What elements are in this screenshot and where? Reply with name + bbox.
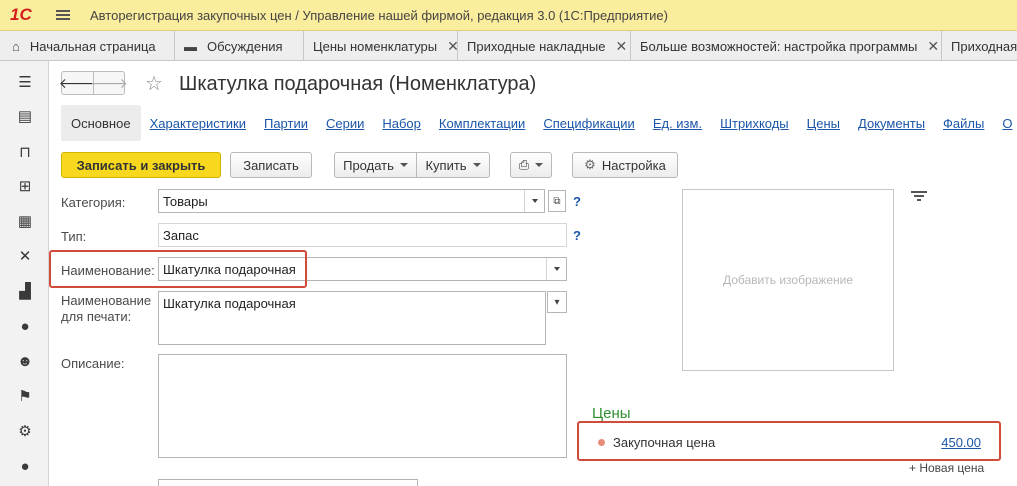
close-icon[interactable]: ✕ [927,38,939,55]
chevron-down-icon [472,163,481,167]
category-help-icon[interactable]: ? [573,194,581,209]
nav-link-specifications[interactable]: Спецификации [534,105,644,141]
chat-icon: ▬ [184,38,197,54]
sell-button[interactable]: Продать [334,152,417,178]
people-icon[interactable]: ☻ [16,352,34,370]
back-arrow-icon[interactable]: 🡐 [59,72,97,94]
name-highlight [49,250,307,288]
prices-section-title: Цены [592,405,631,422]
open-icon[interactable]: ⧉ [548,190,566,212]
grid-icon[interactable]: ▦ [16,212,34,230]
price-highlight [577,421,1001,461]
tab-label: Больше возможностей: настройка программы [640,38,918,54]
chevron-down-icon[interactable]: ▾ [547,291,567,313]
nav-link-more[interactable]: О [993,105,1017,141]
tab-label: Начальная страница [29,38,156,54]
gear-icon: ⚙ [584,157,596,172]
extra-field[interactable] [158,479,418,486]
printer-icon: ⎙ [518,157,530,172]
sell-label: Продать [343,157,394,173]
save-and-close-button[interactable]: Записать и закрыть [61,152,221,178]
nav-link-bundles[interactable]: Комплектации [430,105,534,141]
save-button[interactable]: Записать [230,152,312,178]
nav-link-main[interactable]: Основное [61,105,141,141]
type-field[interactable]: Запас [158,223,567,247]
type-label: Тип: [61,229,87,244]
image-placeholder[interactable]: Добавить изображение [682,189,894,371]
tab-home[interactable]: ⌂ Начальная страница [0,31,175,60]
nav-link-documents[interactable]: Документы [849,105,934,141]
contacts-icon[interactable]: ▤ [16,107,34,125]
title-bar: 1С Авторегистрация закупочных цен / Упра… [0,0,1017,31]
print-name-label-line1: Наименование [61,293,152,308]
filter-icon[interactable] [911,191,927,203]
description-field[interactable] [158,354,567,458]
print-name-field[interactable]: Шкатулка подарочная [158,291,546,345]
tab-label: Цены номенклатуры [313,38,438,54]
forward-arrow-icon[interactable]: 🡒 [90,72,128,94]
print-button[interactable]: ⎙ [510,152,552,178]
buy-label: Купить [425,157,467,173]
history-nav: 🡐 🡒 [59,71,128,95]
nav-link-units[interactable]: Ед. изм. [644,105,711,141]
chevron-down-icon [535,163,544,167]
category-label: Категория: [61,195,126,210]
tab-receipt-partial[interactable]: Приходная [942,31,1017,60]
new-price-link[interactable]: + Новая цена [909,461,984,475]
form-content: 🡐 🡒 ☆ Шкатулка подарочная (Номенклатура)… [49,61,1017,486]
factory-icon[interactable]: ▟ [16,282,34,300]
tab-discussions[interactable]: ▬ Обсуждения [175,31,304,60]
cart-icon[interactable]: ⊞ [16,177,34,195]
print-name-label: Наименование для печати: [61,293,151,325]
category-value: Товары [163,194,208,209]
chevron-down-icon[interactable] [546,258,566,280]
tab-label: Приходные накладные [467,38,606,54]
flag-icon[interactable]: ⚑ [16,387,34,405]
app-logo: 1С [10,5,32,24]
print-name-value: Шкатулка подарочная [163,296,296,311]
basket-icon[interactable]: ⊓ [16,143,34,161]
type-help-icon[interactable]: ? [573,228,581,243]
close-icon[interactable]: ✕ [615,38,627,55]
window-title: Авторегистрация закупочных цен / Управле… [90,7,668,23]
favorite-star-icon[interactable]: ☆ [145,71,163,96]
nav-link-prices[interactable]: Цены [798,105,849,141]
sections-sidebar: ☰ ▤ ⊓ ⊞ ▦ ✕ ▟ ● ☻ ⚑ ⚙ ● [0,61,49,486]
nav-link-set[interactable]: Набор [373,105,430,141]
nav-link-series[interactable]: Серии [317,105,373,141]
settings-label: Настройка [601,157,666,173]
settings-button[interactable]: ⚙ Настройка [572,152,678,178]
form-nav-links: Основное Характеристики Партии Серии Наб… [61,105,1017,141]
menu-icon[interactable]: ☰ [16,73,34,91]
type-value: Запас [163,228,199,243]
tab-bar: ⌂ Начальная страница ▬ Обсуждения Цены н… [0,31,1017,61]
tab-more-features[interactable]: Больше возможностей: настройка программы… [631,31,942,60]
tab-item-prices[interactable]: Цены номенклатуры ✕ [304,31,459,60]
nav-link-batches[interactable]: Партии [255,105,317,141]
page-title: Шкатулка подарочная (Номенклатура) [179,73,537,95]
home-icon: ⌂ [12,38,20,54]
tab-label: Обсуждения [207,38,283,54]
nav-link-barcodes[interactable]: Штрихкоды [711,105,798,141]
nav-link-characteristics[interactable]: Характеристики [141,105,255,141]
gear-icon[interactable]: ⚙ [16,422,34,440]
tab-receipts[interactable]: Приходные накладные ✕ [458,31,631,60]
tools-icon[interactable]: ✕ [16,247,34,265]
description-label: Описание: [61,356,125,371]
chevron-down-icon[interactable] [524,190,544,212]
main-menu-icon[interactable] [56,10,70,20]
help-icon[interactable]: ● [16,457,34,475]
buy-button[interactable]: Купить [416,152,490,178]
print-name-label-line2: для печати: [61,309,132,324]
nav-link-files[interactable]: Файлы [934,105,993,141]
tab-label: Приходная [951,38,1017,54]
ruble-icon[interactable]: ● [16,317,34,335]
chevron-down-icon [399,163,408,167]
category-field[interactable]: Товары [158,189,545,213]
